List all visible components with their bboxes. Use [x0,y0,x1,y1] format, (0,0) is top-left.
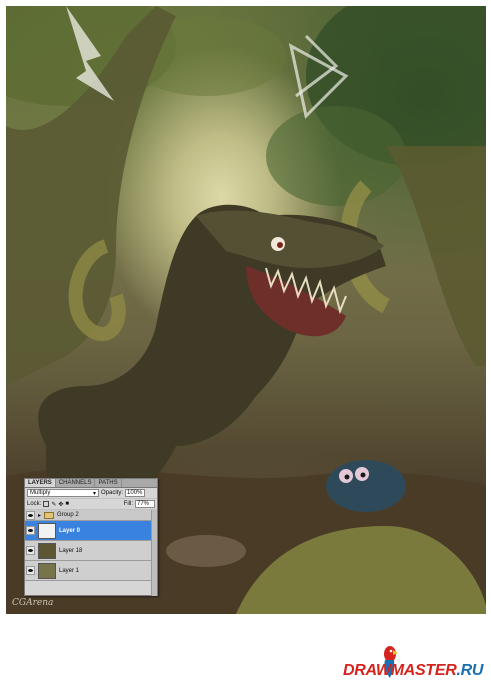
fill-label: Fill: [123,501,133,507]
layer-thumbnail [38,522,56,539]
chevron-down-icon: ▾ [92,490,96,497]
opacity-field[interactable]: 100% [125,489,146,497]
fill-field[interactable]: 77% [135,500,155,508]
eye-icon[interactable] [26,566,35,575]
layers-panel: LAYERS CHANNELS PATHS Multiply ▾ Opacity… [24,478,158,596]
blend-mode-select[interactable]: Multiply ▾ [27,489,99,497]
lock-paint-icon[interactable]: ✎ [51,501,56,508]
layer-name: Layer 1 [59,567,80,574]
lock-transparency-icon[interactable] [43,501,50,507]
brand-part-1: DRAW [343,662,391,679]
lock-all-icon[interactable]: ■ [65,501,69,507]
layer-list: ▸ Group 2 Layer 0 Layer 18 Layer 1 [25,510,157,581]
tab-channels[interactable]: CHANNELS [56,479,96,487]
layers-scrollbar[interactable] [151,510,157,596]
drawmaster-logo[interactable]: DRAWMASTER.RU [343,662,483,680]
blend-mode-value: Multiply [30,490,51,496]
opacity-label: Opacity: [101,490,124,496]
layer-name: Layer 0 [59,527,81,534]
panel-tabs: LAYERS CHANNELS PATHS [25,479,157,488]
layer-row-layer-0[interactable]: Layer 0 [25,521,157,541]
brand-part-2: MASTER [390,662,457,679]
folder-icon [44,511,55,519]
tab-paths[interactable]: PATHS [95,479,122,487]
lock-move-icon[interactable]: ✥ [58,501,63,508]
layer-row-layer-1[interactable]: Layer 1 [25,561,157,581]
disclosure-triangle-icon[interactable]: ▸ [38,512,41,519]
layer-name: Layer 18 [59,547,83,554]
eye-icon[interactable] [26,546,35,555]
brand-part-3: .RU [456,662,484,679]
layer-row-layer-18[interactable]: Layer 18 [25,541,157,561]
eye-icon[interactable] [26,510,35,520]
lock-label: Lock: [27,501,42,507]
layer-row-group-2[interactable]: ▸ Group 2 [25,510,157,521]
layer-thumbnail [38,562,56,579]
cgarena-watermark: CGArena [12,598,54,608]
lock-row: Lock: ✎ ✥ ■ Fill: 77% [25,499,157,510]
tab-layers[interactable]: LAYERS [25,479,56,487]
eye-icon[interactable] [26,526,35,535]
blend-row: Multiply ▾ Opacity: 100% [25,488,157,499]
layer-name: Group 2 [57,512,79,518]
layer-thumbnail [38,542,56,559]
